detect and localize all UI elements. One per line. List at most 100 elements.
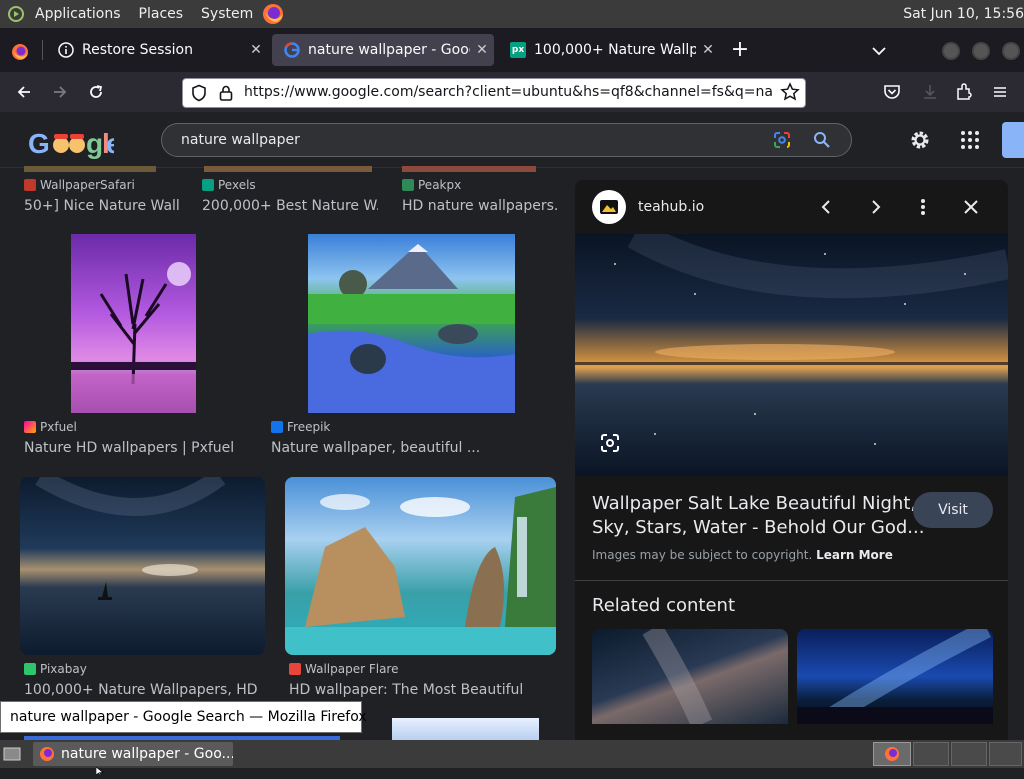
sign-in-button[interactable] [1002, 122, 1024, 158]
url-text[interactable]: https://www.google.com/search?client=ubu… [244, 84, 772, 100]
freepik-icon [271, 421, 283, 433]
pocket-icon[interactable] [882, 82, 902, 102]
result-title[interactable]: 100,000+ Nature Wallpapers, HD &... [24, 682, 260, 698]
search-input[interactable]: nature wallpaper [181, 132, 300, 148]
tab-label: 100,000+ Nature Wallpap [534, 42, 696, 58]
tab-label: nature wallpaper - Google [308, 42, 470, 58]
firefox-view-icon[interactable] [8, 40, 32, 64]
mouse-cursor [95, 760, 104, 776]
svg-text:g: g [86, 128, 103, 159]
result-image-purple-tree[interactable] [71, 234, 196, 413]
applications-menu[interactable]: Applications [26, 6, 130, 22]
maximize-button[interactable] [972, 42, 990, 60]
previous-arrow-icon[interactable] [813, 193, 841, 221]
google-doodle-logo[interactable]: G g l e [28, 126, 122, 160]
pixabay-icon [24, 663, 36, 675]
related-content-heading: Related content [592, 595, 735, 616]
workspace-2[interactable] [913, 742, 949, 766]
pexels-icon [202, 179, 214, 191]
firefox-icon [39, 746, 55, 762]
preview-title-line-1[interactable]: Wallpaper Salt Lake Beautiful Night, [592, 493, 916, 514]
result-source[interactable]: Pxfuel [24, 420, 77, 434]
info-icon [58, 42, 74, 58]
bookmark-star-icon[interactable] [780, 82, 800, 102]
firefox-launcher-icon[interactable] [262, 3, 284, 25]
google-lens-icon[interactable] [772, 130, 792, 150]
result-title[interactable]: Nature HD wallpapers | Pxfuel [24, 440, 254, 456]
gnome-foot-icon[interactable] [6, 4, 26, 24]
workspace-switcher[interactable] [873, 742, 911, 766]
result-image[interactable] [24, 166, 156, 172]
visit-button[interactable]: Visit [913, 492, 993, 528]
more-options-icon[interactable] [909, 193, 937, 221]
next-arrow-icon[interactable] [861, 193, 889, 221]
wallpapersafari-icon [24, 179, 36, 191]
learn-more-link[interactable]: Learn More [816, 548, 893, 562]
minimize-button[interactable] [942, 42, 960, 60]
result-title[interactable]: Nature wallpaper, beautiful ... [271, 440, 501, 456]
result-title[interactable]: 50+] Nice Nature Wall... [24, 198, 180, 214]
result-source[interactable]: Wallpaper Flare [289, 662, 398, 676]
teahub-site-icon[interactable] [592, 190, 626, 224]
result-title[interactable]: 200,000+ Best Nature W... [202, 198, 378, 214]
peakpx-icon [402, 179, 414, 191]
places-menu[interactable]: Places [130, 6, 193, 22]
workspace-4[interactable] [989, 742, 1022, 766]
pexels-icon: px [510, 42, 526, 58]
google-apps-grid-icon[interactable] [960, 130, 980, 150]
copyright-notice: Images may be subject to copyright. Lear… [592, 548, 893, 562]
show-desktop-icon[interactable] [2, 745, 22, 763]
tab-close-icon[interactable]: ✕ [470, 42, 494, 58]
close-window-button[interactable] [1002, 42, 1020, 60]
list-all-tabs-icon[interactable] [868, 40, 890, 62]
settings-gear-icon[interactable] [908, 128, 932, 152]
result-image[interactable] [392, 718, 539, 740]
search-icon[interactable] [812, 130, 832, 150]
shield-icon[interactable] [190, 84, 208, 102]
taskbar-window-label: nature wallpaper - Goo... [61, 746, 233, 762]
related-image-milky-way[interactable] [592, 629, 788, 724]
clock[interactable]: Sat Jun 10, 15:56 [903, 6, 1024, 22]
reload-icon[interactable] [82, 78, 110, 106]
extensions-icon[interactable] [954, 82, 974, 102]
related-image-starry-sky[interactable] [797, 629, 993, 724]
result-title[interactable]: HD wallpaper: The Most Beautiful ... [289, 682, 529, 698]
system-menu[interactable]: System [192, 6, 262, 22]
preview-site-name[interactable]: teahub.io [638, 199, 704, 215]
taskbar-firefox-window[interactable]: nature wallpaper - Goo... [33, 742, 233, 766]
wallpaper-flare-icon [289, 663, 301, 675]
tab-close-icon[interactable]: ✕ [696, 42, 720, 58]
forward-arrow-icon[interactable] [46, 78, 74, 106]
hamburger-menu-icon[interactable] [990, 82, 1010, 102]
tab-nature-wallpapers-pexels[interactable]: px 100,000+ Nature Wallpap ✕ [498, 34, 720, 66]
preview-image-salt-lake-night[interactable] [575, 234, 1008, 476]
tab-close-icon[interactable]: ✕ [244, 42, 268, 58]
new-tab-button[interactable]: + [728, 38, 752, 62]
workspace-3[interactable] [951, 742, 987, 766]
result-title[interactable]: HD nature wallpapers... [402, 198, 558, 214]
lock-icon[interactable] [218, 84, 234, 102]
result-image[interactable] [402, 166, 536, 172]
result-image-fantasy-lagoon[interactable] [285, 477, 556, 655]
result-source[interactable]: Pexels [202, 178, 256, 192]
result-source[interactable]: Freepik [271, 420, 330, 434]
pxfuel-icon [24, 421, 36, 433]
preview-title-line-2[interactable]: Sky, Stars, Water - Behold Our God... [592, 517, 924, 538]
result-source[interactable]: Peakpx [402, 178, 461, 192]
google-lens-search-icon[interactable] [598, 431, 622, 455]
tab-nature-wallpaper-google[interactable]: nature wallpaper - Google ✕ [272, 34, 494, 66]
close-icon[interactable] [957, 193, 985, 221]
result-image[interactable] [204, 166, 372, 172]
tab-separator [42, 40, 43, 60]
result-image-waterfall-mountain[interactable] [308, 234, 515, 413]
result-source[interactable]: WallpaperSafari [24, 178, 135, 192]
svg-text:e: e [106, 128, 114, 159]
svg-text:G: G [28, 128, 50, 159]
top-panel: Applications Places System Sat Jun 10, 1… [0, 0, 1024, 28]
result-image-night-boat[interactable] [20, 477, 265, 655]
downloads-icon[interactable] [920, 82, 940, 102]
result-source[interactable]: Pixabay [24, 662, 87, 676]
back-arrow-icon[interactable] [10, 78, 38, 106]
tab-restore-session[interactable]: Restore Session ✕ [46, 34, 268, 66]
divider [575, 580, 1008, 581]
